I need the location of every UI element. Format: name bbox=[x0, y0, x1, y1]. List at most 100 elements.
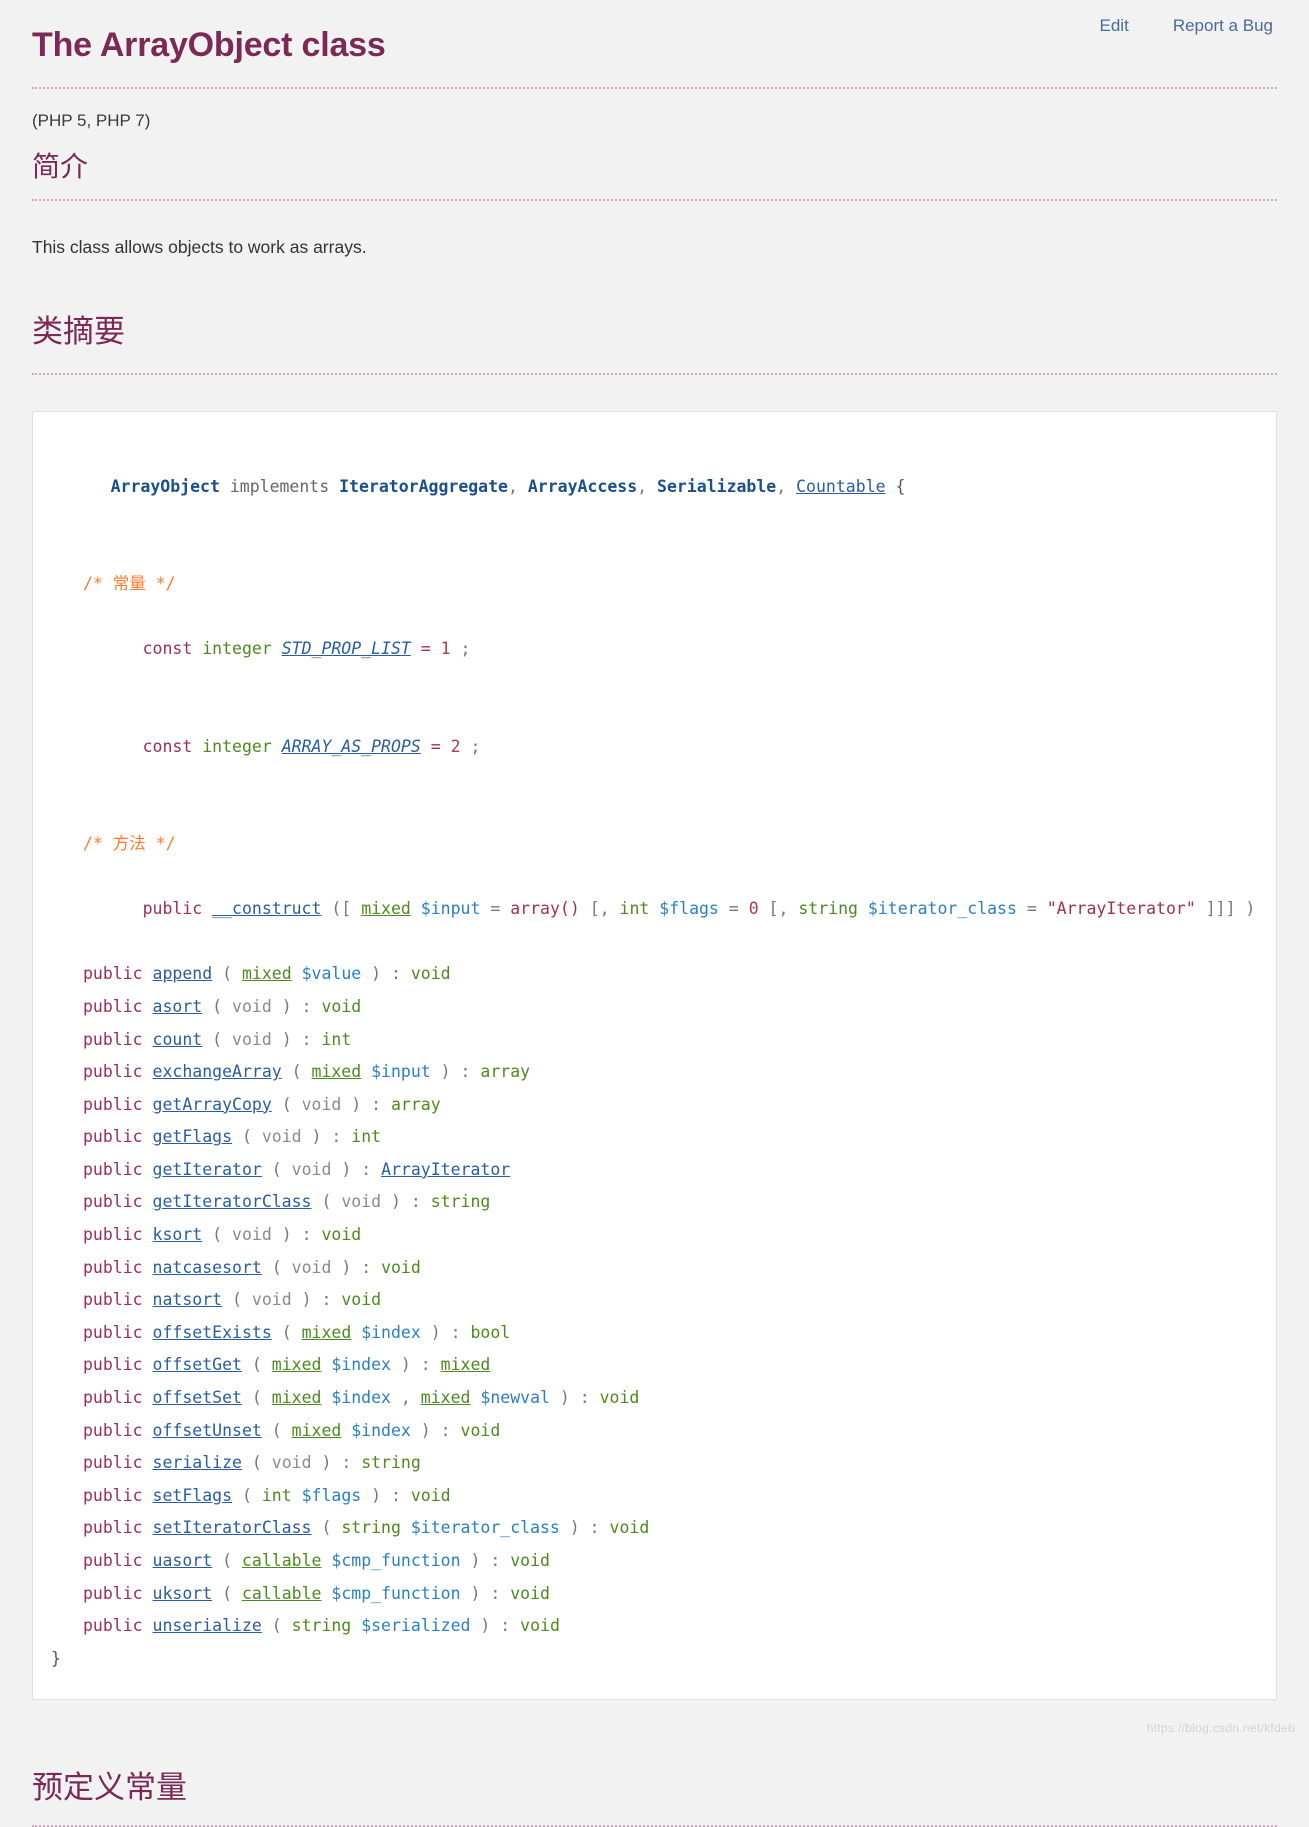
method-name-offsetunset[interactable]: offsetUnset bbox=[153, 1421, 262, 1440]
code-token-punct: ( bbox=[222, 1551, 242, 1570]
code-token-str: "ArrayIterator" bbox=[1046, 899, 1196, 919]
method-name-ksort[interactable]: ksort bbox=[153, 1225, 203, 1244]
code-token-type-link[interactable]: mixed bbox=[272, 1388, 322, 1407]
method-params: ( mixed $value ) : bbox=[222, 964, 411, 983]
method-params: ( mixed $index ) : bbox=[272, 1421, 461, 1440]
code-token-param: $cmp_function bbox=[331, 1583, 461, 1603]
method-modifier: public bbox=[83, 1420, 143, 1440]
method-modifier: public bbox=[83, 1322, 143, 1342]
code-token-type-link[interactable]: mixed bbox=[292, 1421, 342, 1440]
method-line-count: public count ( void ) : int bbox=[51, 1024, 1258, 1057]
method-return-type: string bbox=[361, 1453, 421, 1473]
code-token-type-link[interactable]: mixed bbox=[242, 964, 292, 983]
code-token-punct: ) : bbox=[410, 1420, 461, 1440]
code-token-punct: [, bbox=[579, 899, 620, 919]
code-token-punct bbox=[292, 1486, 302, 1505]
code-token-punct bbox=[361, 1062, 371, 1081]
code-token-void: void bbox=[291, 1159, 332, 1179]
code-token-param: $cmp_function bbox=[331, 1551, 461, 1570]
construct-modifier: public bbox=[142, 899, 203, 919]
code-token-type-link[interactable]: mixed bbox=[302, 1323, 352, 1342]
method-modifier: public bbox=[83, 1485, 143, 1505]
construct-params-line2: "ArrayIterator" ]]] ) bbox=[1047, 899, 1256, 918]
code-token-param: $iterator_class bbox=[410, 1518, 560, 1538]
version-info: (PHP 5, PHP 7) bbox=[32, 111, 151, 130]
method-name-exchangearray[interactable]: exchangeArray bbox=[153, 1062, 282, 1081]
edit-link[interactable]: Edit bbox=[1100, 16, 1129, 36]
code-token-punct: ( bbox=[241, 1127, 262, 1147]
method-return-type[interactable]: mixed bbox=[441, 1355, 491, 1374]
code-token-punct: ( bbox=[251, 1388, 272, 1408]
code-token-type-link[interactable]: mixed bbox=[312, 1062, 362, 1081]
method-return-type[interactable]: ArrayIterator bbox=[381, 1160, 510, 1179]
code-token-param: $iterator_class bbox=[867, 899, 1017, 919]
interface-arrayaccess: ArrayAccess bbox=[527, 476, 638, 496]
method-name-getiteratorclass[interactable]: getIteratorClass bbox=[153, 1192, 312, 1211]
report-a-bug-link[interactable]: Report a Bug bbox=[1173, 16, 1273, 36]
method-name-append[interactable]: append bbox=[153, 964, 213, 983]
code-token-type-link[interactable]: callable bbox=[242, 1551, 321, 1570]
method-params: ( void ) : bbox=[212, 997, 321, 1016]
method-name-getiterator[interactable]: getIterator bbox=[153, 1160, 262, 1179]
method-name-getflags[interactable]: getFlags bbox=[153, 1127, 232, 1146]
code-token-punct: ) : bbox=[331, 1257, 382, 1277]
code-token-type-link[interactable]: mixed bbox=[272, 1355, 322, 1374]
constant-line-array-as-props: const integer ARRAY_AS_PROPS = 2 ; bbox=[51, 698, 1258, 796]
method-line-getiteratorclass: public getIteratorClass ( void ) : strin… bbox=[51, 1186, 1258, 1219]
method-params: ( void ) : bbox=[242, 1127, 351, 1146]
interface-countable-link[interactable]: Countable bbox=[796, 477, 885, 496]
comma-1: , bbox=[508, 476, 518, 496]
method-line-offsetget: public offsetGet ( mixed $index ) : mixe… bbox=[51, 1349, 1258, 1382]
method-name-offsetget[interactable]: offsetGet bbox=[153, 1355, 242, 1374]
method-name-count[interactable]: count bbox=[153, 1030, 203, 1049]
code-token-type-link[interactable]: callable bbox=[242, 1584, 321, 1603]
const-name-std-prop-list[interactable]: STD_PROP_LIST bbox=[282, 639, 411, 658]
method-name-asort[interactable]: asort bbox=[153, 997, 203, 1016]
code-token-punct: ) : bbox=[331, 1159, 382, 1179]
code-token-punct: ( bbox=[271, 1159, 292, 1179]
method-name-natcasesort[interactable]: natcasesort bbox=[153, 1258, 262, 1277]
const-value-1: 1 bbox=[440, 638, 451, 658]
code-token-type-link[interactable]: mixed bbox=[361, 899, 411, 918]
method-name-uksort[interactable]: uksort bbox=[153, 1584, 213, 1603]
code-token-punct: ( bbox=[271, 1257, 292, 1277]
method-line-uksort: public uksort ( callable $cmp_function )… bbox=[51, 1578, 1258, 1611]
method-name-offsetset[interactable]: offsetSet bbox=[153, 1388, 242, 1407]
code-token-type-link[interactable]: mixed bbox=[421, 1388, 471, 1407]
method-name-setflags[interactable]: setFlags bbox=[153, 1486, 232, 1505]
code-token-punct: ( bbox=[291, 1062, 312, 1082]
code-token-punct: ( bbox=[251, 1453, 272, 1473]
page-container: The ArrayObject class (PHP 5, PHP 7) 简介 … bbox=[0, 26, 1309, 1827]
method-params: ( callable $cmp_function ) : bbox=[222, 1551, 510, 1570]
code-token-punct: = bbox=[480, 899, 511, 919]
comma-3: , bbox=[776, 476, 787, 496]
method-modifier: public bbox=[83, 1029, 143, 1049]
section-heading-intro: 简介 bbox=[32, 145, 1277, 201]
method-name-offsetexists[interactable]: offsetExists bbox=[153, 1323, 272, 1342]
method-name-uasort[interactable]: uasort bbox=[153, 1551, 213, 1570]
method-name-construct[interactable]: __construct bbox=[212, 899, 321, 918]
method-name-natsort[interactable]: natsort bbox=[153, 1290, 223, 1309]
const-name-array-as-props[interactable]: ARRAY_AS_PROPS bbox=[282, 737, 421, 756]
method-return-type: void bbox=[510, 1583, 550, 1603]
code-token-punct bbox=[401, 1518, 411, 1537]
code-token-punct: ([ bbox=[331, 899, 362, 919]
code-token-punct: ) : bbox=[559, 1518, 610, 1538]
code-token-param: $index bbox=[361, 1322, 421, 1342]
method-line-exchangearray: public exchangeArray ( mixed $input ) : … bbox=[51, 1056, 1258, 1089]
method-params: ( void ) : bbox=[282, 1095, 391, 1114]
method-name-getarraycopy[interactable]: getArrayCopy bbox=[153, 1095, 272, 1114]
method-return-type: void bbox=[321, 996, 362, 1016]
code-token-punct: ( bbox=[212, 1225, 233, 1245]
method-modifier: public bbox=[83, 1616, 143, 1636]
method-return-type: void bbox=[599, 1388, 640, 1408]
code-token-punct: ]]] ) bbox=[1195, 899, 1256, 919]
method-name-unserialize[interactable]: unserialize bbox=[153, 1616, 262, 1635]
construct-params-line1: ([ mixed $input = array() [, int $flags … bbox=[331, 899, 1046, 918]
code-token-void: void bbox=[301, 1094, 342, 1114]
top-utility-links: Edit Report a Bug bbox=[1100, 16, 1273, 36]
method-name-serialize[interactable]: serialize bbox=[153, 1453, 242, 1472]
method-modifier: public bbox=[83, 1192, 143, 1212]
method-name-setiteratorclass[interactable]: setIteratorClass bbox=[153, 1518, 312, 1537]
